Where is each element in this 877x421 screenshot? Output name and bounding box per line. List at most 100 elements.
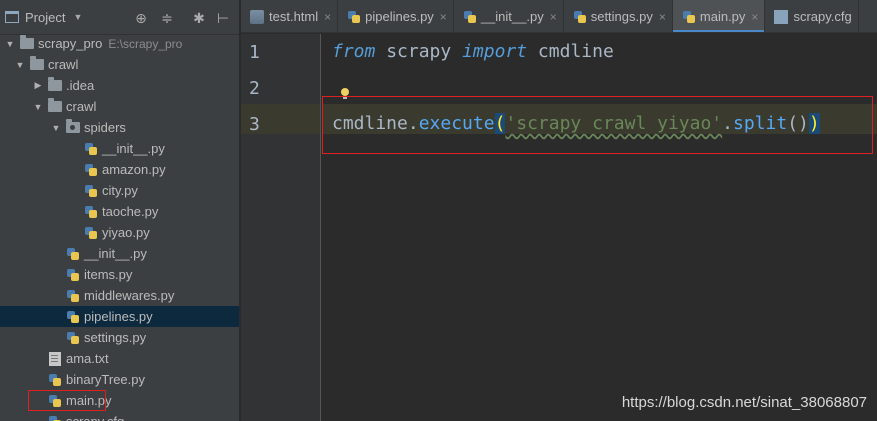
editor-tab[interactable]: pipelines.py × — [338, 0, 454, 32]
html-file-icon — [250, 9, 264, 24]
tree-item[interactable]: amazon.py — [0, 159, 239, 180]
python-file-icon — [66, 289, 80, 303]
code-line-1[interactable]: from scrapy import cmdline — [332, 41, 614, 62]
tree-item[interactable]: __init__.py — [0, 138, 239, 159]
gear-icon[interactable]: ✱ — [191, 10, 207, 26]
tree-item-label: __init__.py — [102, 141, 165, 156]
python-file-icon — [682, 10, 696, 24]
scroll-from-source-icon[interactable]: ⊕ — [133, 10, 149, 26]
tree-item[interactable]: ▶ .idea — [0, 75, 239, 96]
editor-tab[interactable]: scrapy.cfg — [765, 0, 859, 32]
python-file-icon — [66, 331, 80, 345]
folder-icon — [48, 98, 62, 112]
keyword-import: import — [462, 41, 528, 62]
python-file-icon — [84, 142, 98, 156]
tree-item[interactable]: scrapy.cfg — [0, 411, 239, 421]
config-file-icon — [774, 9, 789, 24]
tree-item[interactable]: middlewares.py — [0, 285, 239, 306]
tree-item[interactable]: ▼ spiders — [0, 117, 239, 138]
tree-item[interactable]: pipelines.py — [0, 306, 239, 327]
tree-item-label: ama.txt — [66, 351, 109, 366]
python-file-icon — [48, 373, 62, 387]
tree-item[interactable]: city.py — [0, 180, 239, 201]
tree-item-label: items.py — [84, 267, 133, 282]
tree-item[interactable]: ▼ crawl — [0, 54, 239, 75]
project-window-icon — [5, 11, 19, 23]
python-file-icon — [84, 205, 98, 219]
python-file-icon — [347, 10, 361, 24]
folder-icon — [30, 56, 44, 70]
module-name: scrapy — [375, 41, 463, 62]
tree-item-label: crawl — [66, 99, 97, 114]
package-folder-icon — [66, 119, 80, 133]
editor-tab[interactable]: __init__.py × — [454, 0, 564, 32]
tab-label: main.py — [699, 9, 746, 24]
tree-item[interactable]: __init__.py — [0, 243, 239, 264]
editor-tab[interactable]: main.py × — [672, 0, 766, 32]
tree-item[interactable]: ama.txt — [0, 348, 239, 369]
tree-item-label: middlewares.py — [84, 288, 175, 303]
tab-label: scrapy.cfg — [793, 9, 852, 24]
editor-tab[interactable]: settings.py × — [564, 0, 673, 32]
tab-label: settings.py — [590, 9, 653, 24]
python-file-icon — [66, 310, 80, 324]
tree-item-label: crawl — [48, 57, 79, 72]
collapsed-arrow-icon[interactable]: ▶ — [32, 80, 44, 91]
tree-item-label: yiyao.py — [102, 225, 150, 240]
line-number-gutter: 1 2 3 — [241, 34, 321, 421]
tree-item-label: city.py — [102, 183, 138, 198]
tab-label: test.html — [269, 9, 319, 24]
project-view-selector[interactable]: Project — [25, 10, 65, 25]
tree-item[interactable]: yiyao.py — [0, 222, 239, 243]
tree-item-label: taoche.py — [102, 204, 159, 219]
watermark: https://blog.csdn.net/sinat_38068807 — [621, 394, 867, 411]
line-number: 2 — [249, 78, 260, 99]
tab-label: pipelines.py — [365, 9, 434, 24]
tree-item[interactable]: ▼ crawl — [0, 96, 239, 117]
tree-item-label: spiders — [84, 120, 126, 135]
tree-item[interactable]: binaryTree.py — [0, 369, 239, 390]
tree-item-label: .idea — [66, 78, 95, 93]
tree-item-label: amazon.py — [102, 162, 166, 177]
config-file-icon — [48, 415, 62, 421]
python-file-icon — [66, 268, 80, 282]
tree-item-label: __init__.py — [84, 246, 147, 261]
project-panel: Project ▼ ⊕ ≑ ✱ ⊢ ▼ scrapy_pro E:\scrapy_p… — [0, 0, 240, 421]
expanded-arrow-icon[interactable]: ▼ — [32, 102, 44, 112]
tree-item[interactable]: settings.py — [0, 327, 239, 348]
tree-item[interactable]: main.py — [0, 390, 239, 411]
close-icon[interactable]: × — [659, 10, 666, 24]
annotation-highlight-box — [322, 96, 873, 154]
close-icon[interactable]: × — [440, 10, 447, 24]
tree-item-label: settings.py — [84, 330, 147, 345]
chevron-down-icon[interactable]: ▼ — [73, 12, 82, 22]
close-icon[interactable]: × — [550, 10, 557, 24]
expanded-arrow-icon[interactable]: ▼ — [4, 39, 16, 49]
tree-item-label: pipelines.py — [84, 309, 153, 324]
python-file-icon — [463, 10, 477, 24]
expanded-arrow-icon[interactable]: ▼ — [14, 60, 26, 70]
project-tree: ▼ scrapy_pro E:\scrapy_pro ▼ crawl ▶ .idea ▼ cra… — [0, 33, 239, 421]
python-file-icon — [66, 247, 80, 261]
hide-panel-icon[interactable]: ⊢ — [215, 10, 231, 26]
close-icon[interactable]: × — [324, 10, 331, 24]
annotation-highlight-box — [28, 390, 106, 411]
editor-tab-bar: test.html × pipelines.py × __init__.py × setti… — [241, 0, 877, 33]
collapse-all-icon[interactable]: ≑ — [159, 10, 175, 26]
keyword-from: from — [332, 41, 376, 62]
tree-item[interactable]: items.py — [0, 264, 239, 285]
tree-item[interactable]: taoche.py — [0, 201, 239, 222]
tree-item-label: binaryTree.py — [66, 372, 145, 387]
tree-item[interactable]: ▼ scrapy_pro E:\scrapy_pro — [0, 33, 239, 54]
folder-icon — [20, 35, 34, 49]
editor-tab[interactable]: test.html × — [241, 0, 339, 32]
python-file-icon — [84, 226, 98, 240]
expanded-arrow-icon[interactable]: ▼ — [50, 123, 62, 133]
project-panel-header: Project ▼ ⊕ ≑ ✱ ⊢ — [0, 0, 239, 35]
tree-item-label: scrapy_pro — [38, 36, 103, 51]
line-number: 1 — [249, 42, 260, 63]
code-editor[interactable]: from scrapy import cmdline cmdline.execu… — [322, 34, 877, 421]
text-file-icon — [49, 351, 61, 366]
close-icon[interactable]: × — [751, 10, 758, 24]
line-number: 3 — [249, 114, 260, 135]
